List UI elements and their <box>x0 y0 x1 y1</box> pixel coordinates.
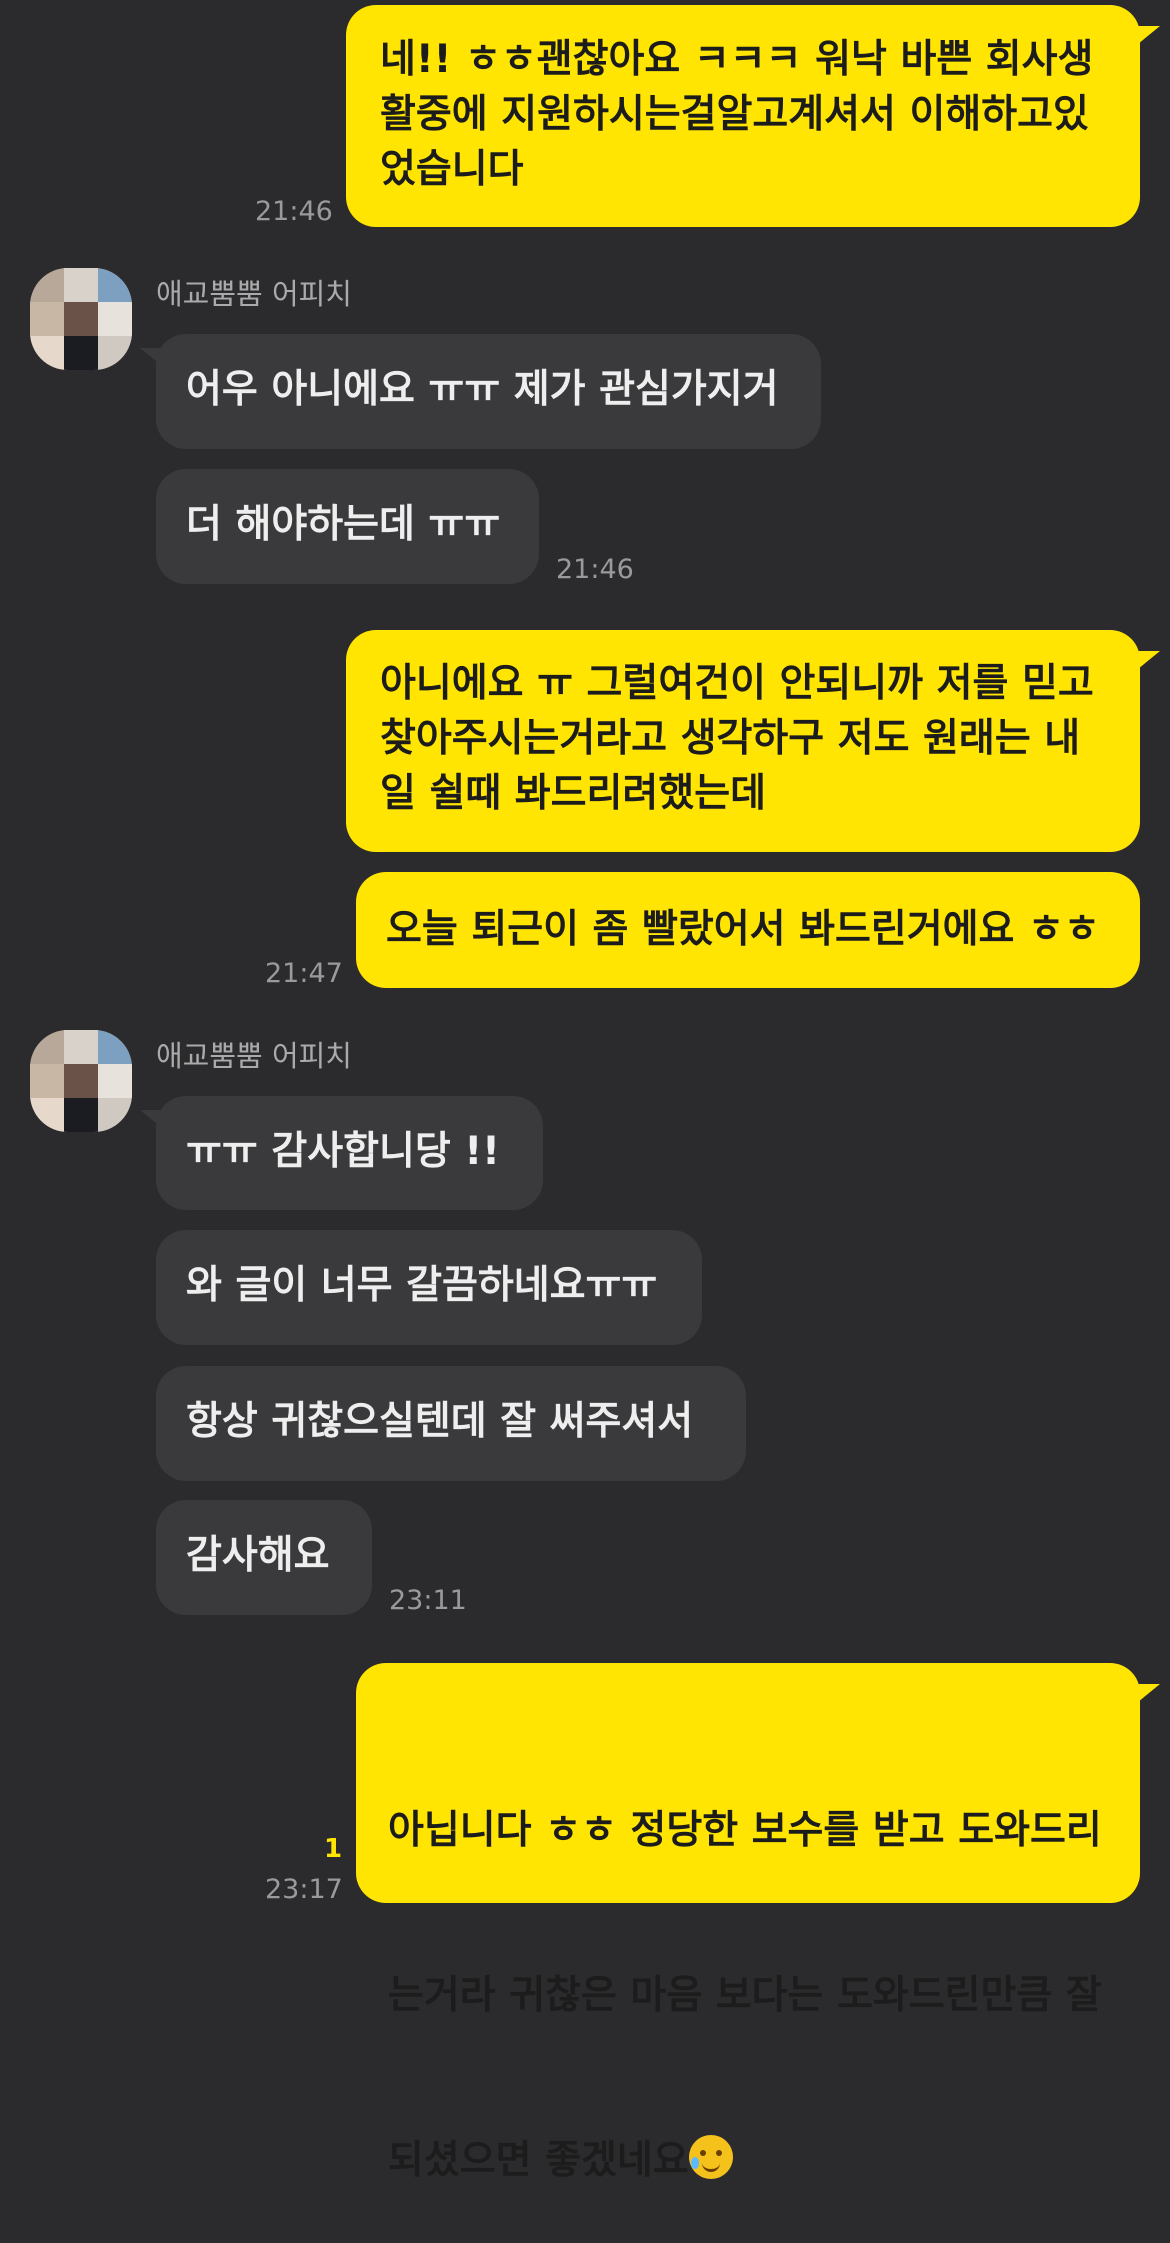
bubble-tail <box>1138 26 1160 44</box>
bubble-tail <box>1138 1684 1160 1702</box>
unread-count: 1 <box>324 1834 343 1864</box>
contact-avatar[interactable] <box>30 1030 132 1132</box>
bubble-tail <box>1138 651 1160 669</box>
message-time: 23:17 <box>265 1874 343 1905</box>
contact-avatar[interactable] <box>30 268 132 370</box>
message-time: 23:11 <box>389 1585 467 1616</box>
received-message-bubble[interactable]: ㅠㅠ 감사합니당 !! <box>156 1096 543 1210</box>
message-time: 21:46 <box>255 196 333 227</box>
message-time: 21:47 <box>265 958 343 989</box>
received-message-bubble[interactable]: 와 글이 너무 갈끔하네요ㅠㅠ <box>156 1230 702 1345</box>
sent-message-bubble[interactable]: 오늘 퇴근이 좀 빨랐어서 봐드린거에요 ㅎㅎ <box>356 872 1140 988</box>
message-line: 되셨으면 좋겠네요 <box>388 2133 1140 2188</box>
received-message-bubble[interactable]: 어우 아니에요 ㅠㅠ 제가 관심가지거 <box>156 334 821 449</box>
sent-message-bubble[interactable]: 네!! ㅎㅎ괜찮아요 ㅋㅋㅋ 워낙 바쁜 회사생 활중에 지원하시는걸알고계셔서… <box>346 5 1140 227</box>
message-time: 21:46 <box>556 554 634 585</box>
message-line: 아닙니다 ㅎㅎ 정당한 보수를 받고 도와드리 <box>388 1808 1102 1853</box>
received-message-bubble[interactable]: 항상 귀찮으실텐데 잘 써주셔서 <box>156 1366 746 1481</box>
message-line: 는거라 귀찮은 마음 보다는 도와드린만큼 잘 <box>388 1973 1102 2018</box>
sent-message-bubble[interactable]: 아니에요 ㅠ 그럴여건이 안되니까 저를 믿고 찾아주시는거라고 생각하구 저도… <box>346 630 1140 852</box>
received-message-bubble[interactable]: 감사해요 <box>156 1500 372 1615</box>
sent-message-bubble[interactable]: 아닙니다 ㅎㅎ 정당한 보수를 받고 도와드리 는거라 귀찮은 마음 보다는 도… <box>356 1663 1140 2183</box>
contact-name: 애교뿜뿜 어피치 <box>156 277 352 311</box>
received-message-bubble[interactable]: 더 해야하는데 ㅠㅠ <box>156 469 539 584</box>
face-holding-back-tears-icon <box>688 2135 733 2179</box>
contact-name: 애교뿜뿜 어피치 <box>156 1039 352 1073</box>
